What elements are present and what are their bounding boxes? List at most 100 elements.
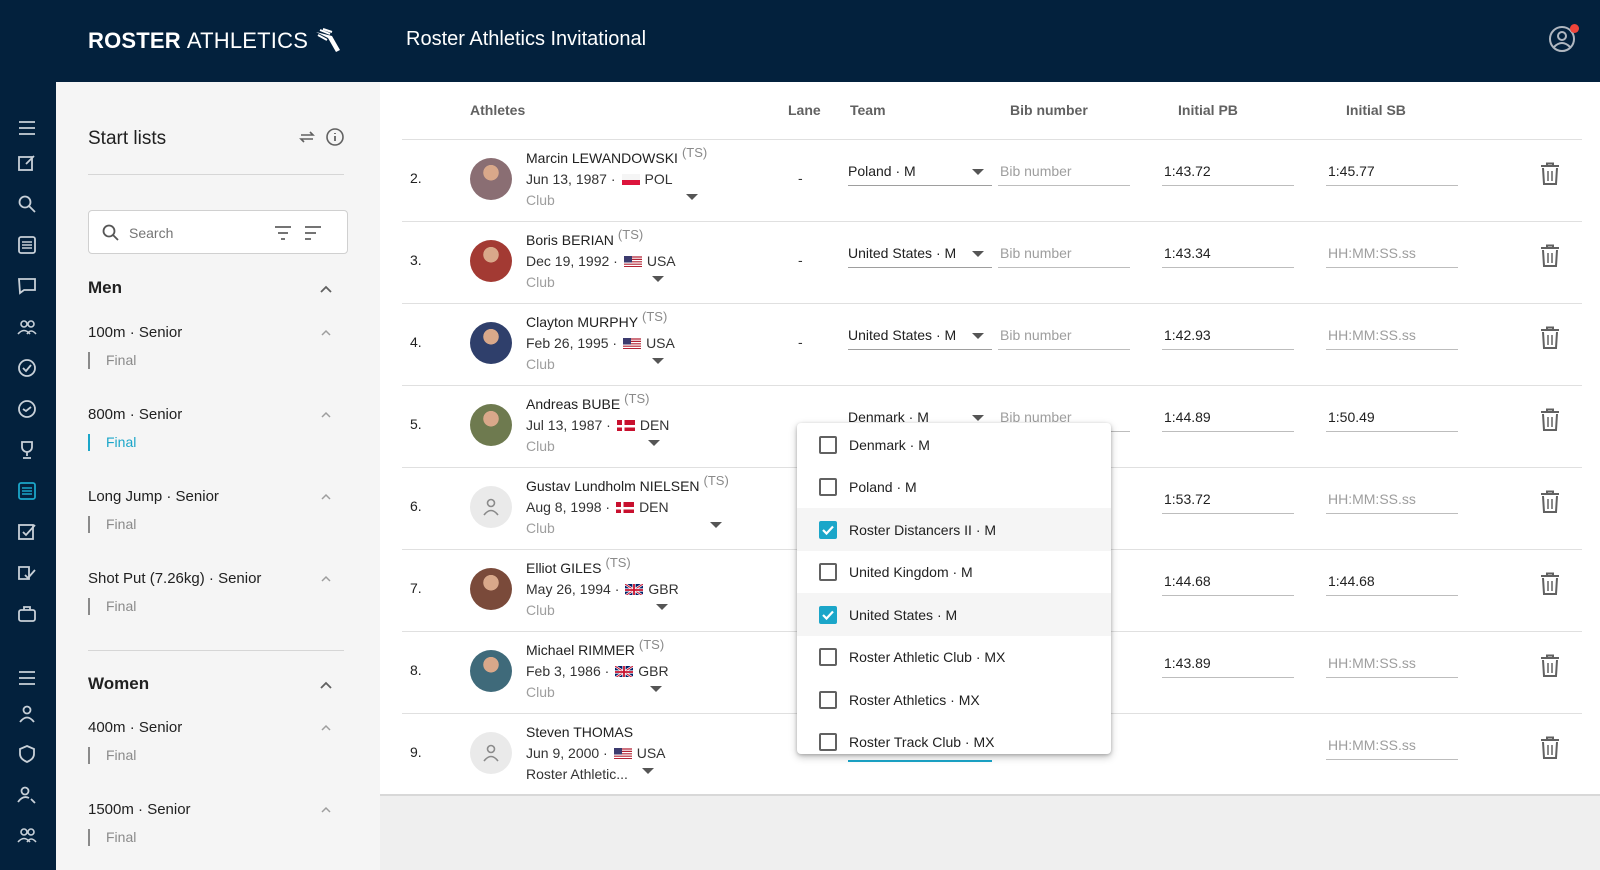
check-circle-outline-icon[interactable] <box>15 397 39 421</box>
athlete-name[interactable]: Michael RIMMER (TS) <box>526 637 664 658</box>
chevron-up-icon[interactable] <box>318 281 334 297</box>
event-title[interactable]: Long Jump · Senior <box>88 488 219 505</box>
team-option[interactable]: Roster Athletics · MX <box>797 678 1111 721</box>
round-link-active[interactable]: Final <box>88 434 136 451</box>
checkbox-icon[interactable] <box>819 563 837 581</box>
team-select[interactable]: Poland · M <box>848 160 992 186</box>
club-select[interactable]: Club <box>526 274 555 290</box>
checkbox-icon[interactable] <box>819 478 837 496</box>
round-link[interactable]: Final <box>88 747 136 764</box>
initial-sb-input[interactable]: HH:MM:SS.ss <box>1326 488 1458 514</box>
startlist-icon[interactable] <box>15 479 39 503</box>
info-icon[interactable] <box>324 126 346 148</box>
search-icon[interactable] <box>15 192 39 216</box>
lane-value[interactable]: - <box>798 252 803 268</box>
delete-icon[interactable] <box>1540 326 1560 350</box>
chevron-up-icon[interactable] <box>320 804 332 816</box>
caret-down-icon[interactable] <box>650 686 662 692</box>
check-circle-icon[interactable] <box>15 356 39 380</box>
team-select[interactable]: United States · M <box>848 242 992 268</box>
initial-pb-input[interactable]: 1:44.68 <box>1162 570 1294 596</box>
caret-down-icon[interactable] <box>710 522 722 528</box>
initial-sb-input[interactable]: 1:45.77 <box>1326 160 1458 186</box>
user-search-icon[interactable] <box>15 783 39 807</box>
club-select[interactable]: Club <box>526 192 555 208</box>
initial-sb-input[interactable]: 1:50.49 <box>1326 406 1458 432</box>
athlete-name[interactable]: Boris BERIAN (TS) <box>526 227 643 248</box>
team-option[interactable]: Poland · M <box>797 466 1111 509</box>
event-title[interactable]: 100m · Senior <box>88 324 182 341</box>
edit-icon[interactable] <box>15 151 39 175</box>
caret-down-icon[interactable] <box>648 440 660 446</box>
group-title-men[interactable]: Men <box>88 278 122 298</box>
group-title-women[interactable]: Women <box>88 674 149 694</box>
sort-icon[interactable] <box>303 224 323 242</box>
team-option[interactable]: United Kingdom · M <box>797 551 1111 594</box>
list-icon[interactable] <box>15 233 39 257</box>
column-header-bib[interactable]: Bib number <box>1010 102 1088 118</box>
team-option[interactable]: United States · M <box>797 593 1111 636</box>
checklist-icon[interactable] <box>15 561 39 585</box>
checkbox-icon[interactable] <box>819 690 837 709</box>
club-select[interactable]: Club <box>526 438 555 454</box>
person-icon[interactable] <box>15 702 39 726</box>
event-title[interactable]: 800m · Senior <box>88 406 182 423</box>
caret-down-icon[interactable] <box>656 604 668 610</box>
column-header-lane[interactable]: Lane <box>788 102 821 118</box>
event-title[interactable]: Shot Put (7.26kg) · Senior <box>88 570 261 587</box>
club-select[interactable]: Club <box>526 356 555 372</box>
checkbox-icon[interactable] <box>819 648 837 666</box>
round-link[interactable]: Final <box>88 352 136 369</box>
initial-sb-input[interactable]: HH:MM:SS.ss <box>1326 734 1458 760</box>
athlete-name[interactable]: Elliot GILES (TS) <box>526 555 631 576</box>
team-option[interactable]: Roster Distancers II · M <box>797 508 1111 551</box>
delete-icon[interactable] <box>1540 654 1560 678</box>
search-input[interactable] <box>129 222 269 244</box>
chevron-up-icon[interactable] <box>320 409 332 421</box>
checkbox-checked-icon[interactable] <box>819 605 837 624</box>
column-header-team[interactable]: Team <box>850 102 886 118</box>
briefcase-icon[interactable] <box>15 602 39 626</box>
bib-number-input[interactable]: Bib number <box>998 242 1130 268</box>
checkbox-icon[interactable] <box>819 733 837 751</box>
caret-down-icon[interactable] <box>642 768 654 774</box>
athlete-name[interactable]: Steven THOMAS <box>526 724 637 740</box>
column-header-initial-pb[interactable]: Initial PB <box>1178 102 1238 118</box>
initial-pb-input[interactable]: 1:43.34 <box>1162 242 1294 268</box>
filter-icon[interactable] <box>273 224 293 242</box>
delete-icon[interactable] <box>1540 408 1560 432</box>
club-select[interactable]: Club <box>526 602 555 618</box>
team-option[interactable]: Roster Athletic Club · MX <box>797 636 1111 679</box>
chevron-up-icon[interactable] <box>320 722 332 734</box>
chevron-up-icon[interactable] <box>320 491 332 503</box>
athlete-name[interactable]: Gustav Lundholm NIELSEN (TS) <box>526 473 729 494</box>
delete-icon[interactable] <box>1540 244 1560 268</box>
initial-sb-input[interactable]: HH:MM:SS.ss <box>1326 242 1458 268</box>
menu-icon[interactable] <box>15 116 39 140</box>
team-option[interactable]: Roster Track Club · MX <box>797 721 1111 755</box>
initial-pb-input[interactable]: 1:43.72 <box>1162 160 1294 186</box>
round-link[interactable]: Final <box>88 598 136 615</box>
initial-sb-input[interactable]: HH:MM:SS.ss <box>1326 324 1458 350</box>
caret-down-icon[interactable] <box>652 358 664 364</box>
column-header-athletes[interactable]: Athletes <box>470 102 525 118</box>
initial-pb-input[interactable]: 1:44.89 <box>1162 406 1294 432</box>
club-select[interactable]: Club <box>526 520 555 536</box>
lane-value[interactable]: - <box>798 170 803 186</box>
delete-icon[interactable] <box>1540 572 1560 596</box>
initial-pb-input[interactable]: 1:42.93 <box>1162 324 1294 350</box>
shield-icon[interactable] <box>15 742 39 766</box>
delete-icon[interactable] <box>1540 736 1560 760</box>
delete-icon[interactable] <box>1540 490 1560 514</box>
lane-value[interactable]: - <box>798 334 803 350</box>
column-header-initial-sb[interactable]: Initial SB <box>1346 102 1406 118</box>
checkbox-checked-icon[interactable] <box>819 520 837 539</box>
delete-icon[interactable] <box>1540 162 1560 186</box>
group-icon[interactable] <box>15 823 39 847</box>
bib-number-input[interactable]: Bib number <box>998 324 1130 350</box>
athlete-name[interactable]: Marcin LEWANDOWSKI (TS) <box>526 145 707 166</box>
club-select[interactable]: Roster Athletic... <box>526 766 628 782</box>
brand-logo[interactable]: ROSTER ATHLETICS <box>88 28 342 54</box>
initial-pb-input[interactable]: 1:53.72 <box>1162 488 1294 514</box>
initial-sb-input[interactable]: 1:44.68 <box>1326 570 1458 596</box>
